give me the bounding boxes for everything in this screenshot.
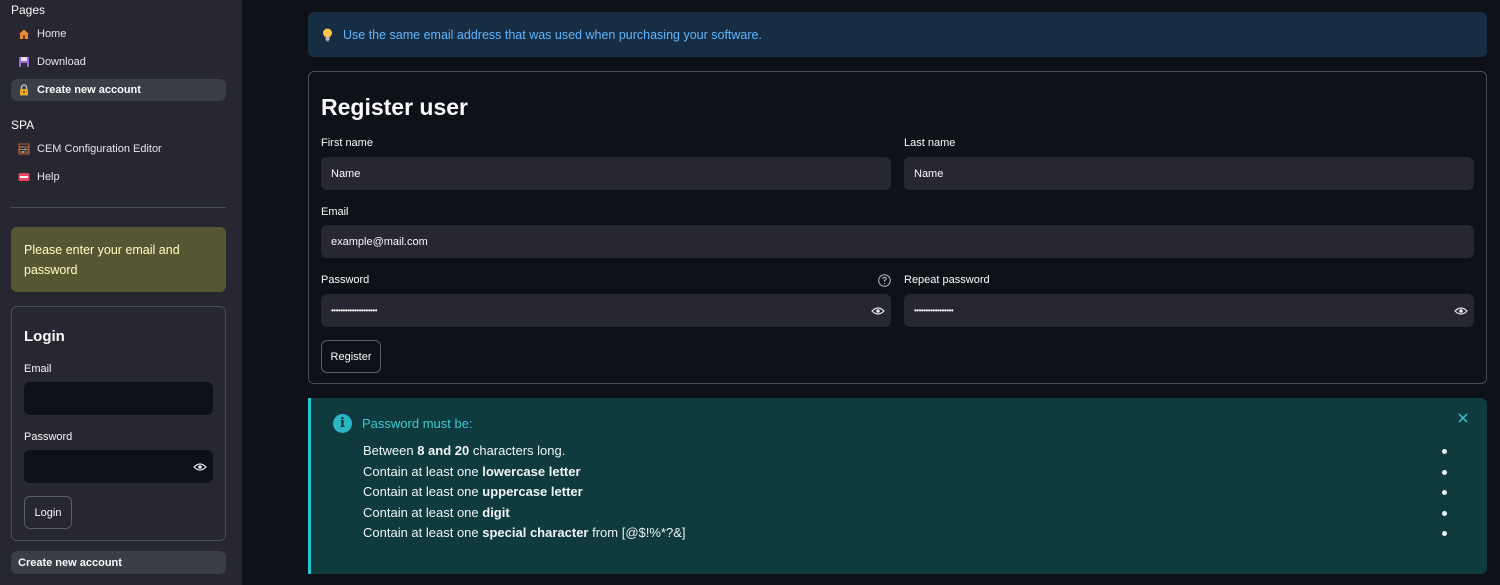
sidebar-item-help[interactable]: Help (11, 166, 226, 188)
login-password-input[interactable] (24, 450, 213, 483)
sidebar-item-cem-configuration-editor[interactable]: CEM Configuration Editor (11, 138, 226, 160)
repeat-password-label: Repeat password (904, 274, 990, 286)
sidebar-item-label: Download (37, 56, 86, 68)
password-value: •••••••••••••••••••• (331, 306, 378, 315)
rule-bullet (1442, 490, 1447, 495)
login-form: Login Email Password Login (11, 306, 226, 541)
repeat-password-value: ••••••••••••••••• (914, 306, 954, 315)
sidebar-item-label: CEM Configuration Editor (37, 143, 162, 155)
info-icon: i (333, 414, 352, 433)
eye-icon[interactable] (193, 462, 207, 472)
sidebar-item-label: Create new account (37, 84, 141, 96)
light-bulb-icon (323, 28, 332, 41)
eye-icon[interactable] (1454, 306, 1468, 316)
abacus-icon (18, 143, 30, 155)
login-email-input[interactable] (24, 382, 213, 415)
password-rules-alert: i Password must be: Between 8 and 20 cha… (308, 398, 1487, 574)
close-icon[interactable] (1457, 412, 1469, 424)
info-alert: Use the same email address that was used… (308, 12, 1487, 57)
sidebar-item-home[interactable]: Home (11, 23, 226, 45)
create-new-account-button[interactable]: Create new account (11, 551, 226, 574)
email-input[interactable]: example@mail.com (321, 225, 1474, 258)
sidebar-divider (11, 207, 226, 208)
register-button[interactable]: Register (321, 340, 381, 373)
sidebar-item-download[interactable]: Download (11, 51, 226, 73)
pages-section-header: Pages (11, 3, 46, 17)
repeat-password-input[interactable]: ••••••••••••••••• (904, 294, 1474, 327)
last-name-label: Last name (904, 137, 956, 149)
sidebar-item-create-new-account[interactable]: Create new account (11, 79, 226, 101)
sidebar: Pages Home Download Create new account S… (0, 0, 242, 585)
sos-icon (18, 173, 30, 181)
rule-bullet (1442, 470, 1447, 475)
password-label: Password (321, 274, 370, 286)
sidebar-item-label: Home (37, 28, 67, 40)
locked-with-key-icon (20, 84, 28, 96)
floppy-disk-icon (19, 57, 29, 67)
rule-bullet (1442, 449, 1447, 454)
rule-bullet (1442, 531, 1447, 536)
rule-lowercase: Contain at least one lowercase letter (363, 464, 581, 479)
register-title: Register user (321, 94, 469, 120)
warning-alert: Please enter your email and password (11, 227, 226, 292)
rule-special: Contain at least one special character f… (363, 525, 686, 540)
first-name-label: First name (321, 137, 373, 149)
login-password-label: Password (24, 431, 73, 443)
password-input[interactable]: •••••••••••••••••••• (321, 294, 891, 327)
sidebar-item-label: Help (37, 171, 60, 183)
rule-uppercase: Contain at least one uppercase letter (363, 484, 583, 499)
login-email-label: Email (24, 363, 52, 375)
rule-length: Between 8 and 20 characters long. (363, 443, 566, 458)
login-button[interactable]: Login (24, 496, 72, 529)
spa-section-header: SPA (11, 118, 35, 132)
password-rules-title: Password must be: (362, 416, 473, 431)
register-form: Register user First name Name Last name … (308, 71, 1487, 384)
email-label: Email (321, 206, 349, 218)
password-rules-heading: i Password must be: (333, 414, 473, 433)
eye-icon[interactable] (871, 306, 885, 316)
rule-bullet (1442, 511, 1447, 516)
help-circle-icon[interactable] (878, 274, 891, 287)
last-name-input[interactable]: Name (904, 157, 1474, 190)
login-title: Login (24, 328, 65, 345)
house-icon (19, 29, 29, 39)
info-text: Use the same email address that was used… (343, 27, 762, 42)
rule-digit: Contain at least one digit (363, 505, 510, 520)
first-name-input[interactable]: Name (321, 157, 891, 190)
